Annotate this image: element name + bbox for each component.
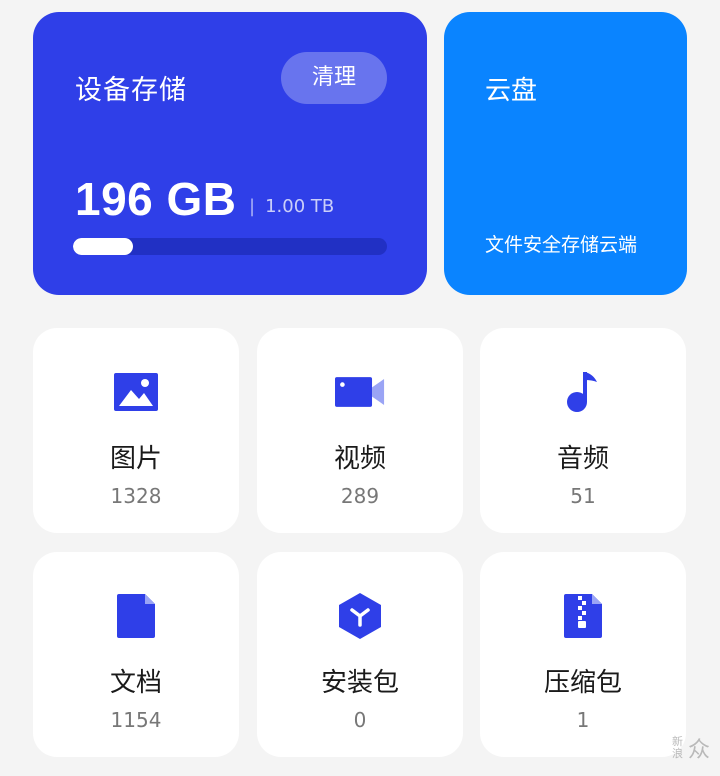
category-count: 1154 — [110, 708, 162, 732]
cloud-subtitle: 文件安全存储云端 — [485, 234, 638, 256]
storage-total: | 1.00 TB — [249, 196, 335, 217]
category-name: 压缩包 — [543, 668, 622, 698]
device-storage-card[interactable]: 设备存储 清理 196 GB | 1.00 TB — [33, 12, 427, 295]
category-tile-archives[interactable]: 压缩包 1 — [480, 552, 686, 757]
watermark-small-text: 新浪 — [671, 735, 683, 760]
category-name: 安装包 — [320, 668, 399, 698]
category-tile-audio[interactable]: 音频 51 — [480, 328, 686, 533]
watermark: 新浪 众 — [672, 732, 710, 764]
watermark-text: 众 — [687, 738, 710, 763]
package-icon — [335, 593, 385, 639]
zip-file-icon — [558, 594, 608, 638]
category-name: 图片 — [109, 444, 162, 474]
category-count: 0 — [353, 708, 367, 732]
category-count: 289 — [340, 484, 380, 508]
category-name: 视频 — [333, 444, 386, 474]
music-note-icon — [558, 370, 608, 414]
category-tile-images[interactable]: 图片 1328 — [33, 328, 239, 533]
category-name: 文档 — [109, 668, 162, 698]
category-tile-documents[interactable]: 文档 1154 — [33, 552, 239, 757]
storage-total-value: 1.00 TB — [265, 196, 335, 217]
storage-title: 设备存储 — [75, 75, 187, 106]
storage-progress-bar — [73, 238, 387, 255]
storage-progress-fill — [73, 238, 133, 255]
category-tile-packages[interactable]: 安装包 0 — [257, 552, 463, 757]
document-icon — [111, 594, 161, 638]
category-name: 音频 — [556, 444, 609, 474]
category-tile-videos[interactable]: 视频 289 — [257, 328, 463, 533]
clean-button[interactable]: 清理 — [281, 52, 387, 104]
category-count: 51 — [570, 484, 596, 508]
image-icon — [111, 370, 161, 414]
cloud-drive-card[interactable]: 云盘 文件安全存储云端 — [444, 12, 687, 295]
storage-used-value: 196 GB — [75, 173, 237, 225]
video-icon — [335, 370, 385, 414]
category-count: 1 — [576, 708, 590, 732]
cloud-title: 云盘 — [485, 76, 538, 106]
category-count: 1328 — [110, 484, 162, 508]
